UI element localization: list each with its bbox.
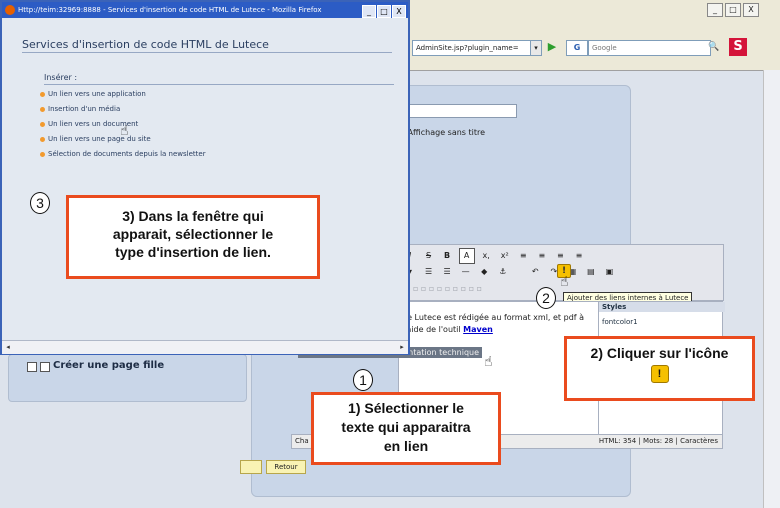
extension-logo-icon[interactable]: S: [729, 38, 747, 56]
anchor-icon[interactable]: ⚓: [496, 265, 510, 279]
browser-window-controls: _ □ X: [705, 3, 759, 17]
indent-icon[interactable]: ☰: [440, 265, 454, 279]
callout-text: 2) Cliquer sur l'icône: [590, 345, 729, 361]
align-right-icon[interactable]: ≡: [553, 249, 567, 263]
insert-option-page[interactable]: Un lien vers une page du site: [40, 135, 151, 143]
apply-button[interactable]: [240, 460, 262, 474]
callout-text: texte qui apparaitra: [341, 419, 471, 435]
scroll-left-icon[interactable]: ◂: [2, 341, 14, 353]
page-icon: [40, 362, 50, 372]
styles-header: Styles: [599, 302, 725, 312]
popup-heading: Services d'insertion de code HTML de Lut…: [22, 38, 269, 51]
divider: [22, 52, 392, 53]
popup-horizontal-scrollbar[interactable]: ◂ ▸: [2, 340, 408, 354]
search-icon[interactable]: 🔍: [708, 40, 720, 54]
insert-lutece-link-icon: !: [650, 365, 669, 383]
list-icon[interactable]: ☰: [422, 265, 436, 279]
editor-link[interactable]: Maven: [463, 325, 493, 334]
bullet-icon: [40, 91, 45, 97]
print-icon[interactable]: ▤: [584, 265, 598, 279]
toolbar-row-2: ▾ ☰ ☰ — ◆ ⚓ ↶ ↷ ▦ ▤ ▣: [403, 265, 618, 279]
bullet-icon: [40, 106, 45, 112]
divider: [44, 84, 394, 85]
go-arrow-icon[interactable]: ▶: [545, 40, 559, 54]
search-engine-selector[interactable]: G: [566, 40, 588, 56]
superscript-button[interactable]: x²: [498, 249, 512, 263]
vertical-scrollbar[interactable]: [763, 70, 780, 508]
create-child-page-link[interactable]: Créer une page fille: [53, 360, 164, 371]
option-label: Insertion d'un média: [48, 105, 121, 113]
callout-text: 1) Sélectionner le: [348, 400, 464, 416]
insert-object-icon[interactable]: ◆: [477, 265, 491, 279]
callout-text: apparait, sélectionner le: [112, 226, 274, 242]
callout-text: en lien: [383, 438, 429, 454]
url-bar[interactable]: AdminSite.jsp?plugin_name=: [412, 40, 534, 56]
toolbar-row-1: I S B A x, x² ≡ ≡ ≡ ≡: [403, 248, 588, 264]
popup-title: Http://teim:32969:8888 - Services d'inse…: [18, 6, 322, 14]
popup-close-button[interactable]: X: [392, 5, 406, 18]
step-number-1: 1: [353, 369, 373, 391]
editor-text: de Lutece est rédigée au format xml, et …: [402, 313, 585, 334]
subscript-button[interactable]: x,: [479, 249, 493, 263]
display-option[interactable]: ○ Affichage sans titre: [398, 128, 485, 137]
text-color-button[interactable]: A: [458, 248, 475, 264]
mouse-pointer-icon: ☝: [560, 274, 569, 290]
horizontal-rule-icon[interactable]: —: [459, 265, 473, 279]
styles-item[interactable]: fontcolor1: [602, 318, 638, 326]
popup-titlebar: Http://teim:32969:8888 - Services d'inse…: [2, 2, 408, 18]
minimize-button[interactable]: _: [707, 3, 723, 17]
step-number-2: 2: [536, 287, 556, 309]
disabled-tools-icon: ▫ ▫ ▫ ▫ ▫ ▫ ▫ ▫ ▫ ▫: [405, 284, 483, 293]
search-input[interactable]: Google: [588, 40, 711, 56]
toolbar-row-3: ▫ ▫ ▫ ▫ ▫ ▫ ▫ ▫ ▫ ▫: [403, 282, 486, 296]
bullet-icon: [40, 151, 45, 157]
mouse-pointer-icon: ☝: [120, 123, 129, 139]
editor-content: de Lutece est rédigée au format xml, et …: [402, 312, 592, 336]
status-counts: HTML: 354 | Mots: 28 | Caractères: [598, 437, 718, 445]
title-input[interactable]: [395, 104, 517, 118]
maximize-button[interactable]: □: [725, 3, 741, 17]
callout-step-1: 1) Sélectionner le texte qui apparaitra …: [311, 392, 501, 465]
insert-option-application[interactable]: Un lien vers une application: [40, 90, 146, 98]
radio-label: Affichage sans titre: [407, 128, 486, 137]
scroll-right-icon[interactable]: ▸: [396, 341, 408, 353]
callout-step-3: 3) Dans la fenêtre qui apparait, sélecti…: [66, 195, 320, 279]
align-center-icon[interactable]: ≡: [535, 249, 549, 263]
callout-text: 3) Dans la fenêtre qui: [122, 208, 264, 224]
url-dropdown-icon[interactable]: ▾: [530, 40, 542, 56]
bold-button[interactable]: B: [440, 249, 454, 263]
option-label: Un lien vers une application: [48, 90, 146, 98]
image-icon[interactable]: ▣: [602, 265, 616, 279]
justify-icon[interactable]: ≡: [572, 249, 586, 263]
insert-option-media[interactable]: Insertion d'un média: [40, 105, 120, 113]
popup-minimize-button[interactable]: _: [362, 5, 376, 18]
align-left-icon[interactable]: ≡: [516, 249, 530, 263]
expand-icon[interactable]: [27, 362, 37, 372]
popup-window: Http://teim:32969:8888 - Services d'inse…: [0, 0, 410, 355]
status-left-text: Cha: [295, 437, 309, 445]
mouse-pointer-icon: ☝: [484, 354, 493, 370]
undo-icon[interactable]: ↶: [528, 265, 542, 279]
firefox-icon: [5, 5, 15, 15]
close-button[interactable]: X: [743, 3, 759, 17]
bullet-icon: [40, 136, 45, 142]
insert-option-newsletter[interactable]: Sélection de documents depuis la newslet…: [40, 150, 206, 158]
popup-window-controls: _ □ X: [361, 4, 406, 20]
callout-text: type d'insertion de lien.: [115, 244, 271, 260]
option-label: Un lien vers une page du site: [48, 135, 151, 143]
callout-step-2: 2) Cliquer sur l'icône !: [564, 336, 755, 401]
step-number-3: 3: [30, 192, 50, 214]
option-label: Sélection de documents depuis la newslet…: [48, 150, 206, 158]
bullet-icon: [40, 121, 45, 127]
popup-maximize-button[interactable]: □: [377, 5, 391, 18]
insert-label: Insérer :: [44, 73, 78, 82]
retour-button[interactable]: Retour: [266, 460, 306, 474]
strike-button[interactable]: S: [422, 249, 436, 263]
